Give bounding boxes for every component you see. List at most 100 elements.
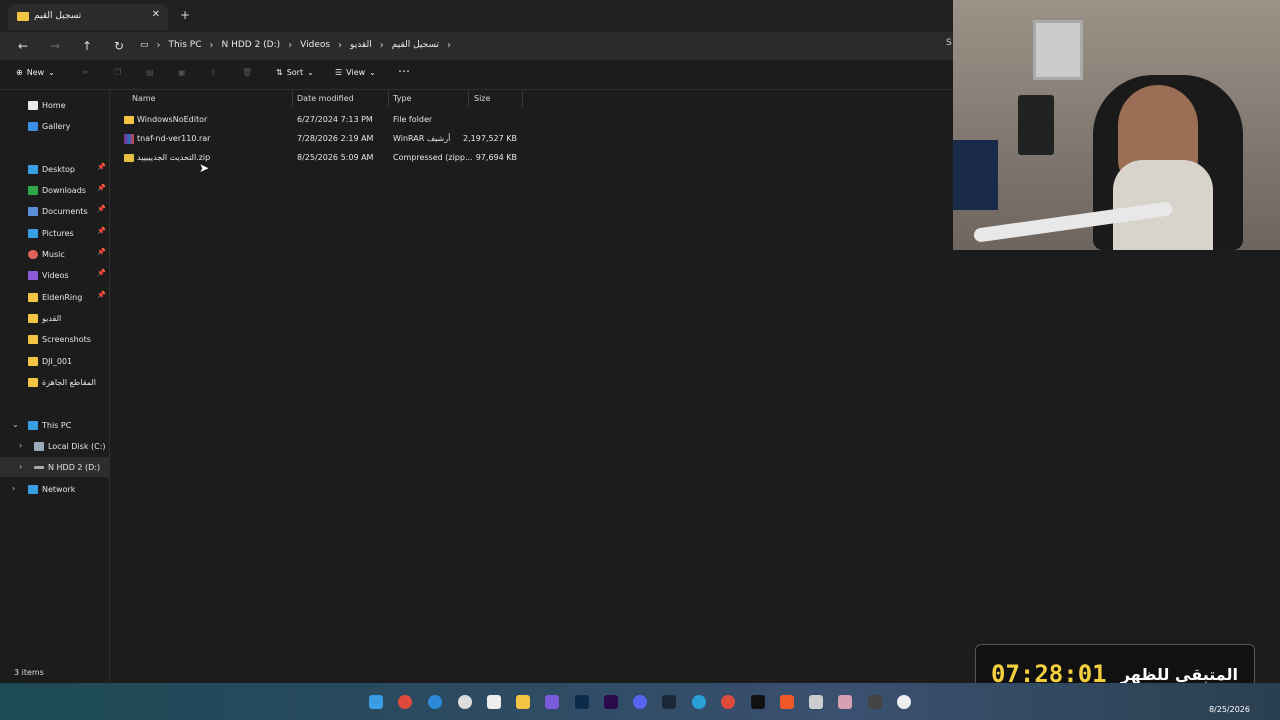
- sidebar-item-nhdd[interactable]: › N HDD 2 (D:): [0, 457, 110, 477]
- sidebar-item-videos[interactable]: Videos 📌: [0, 265, 110, 285]
- start-icon[interactable]: [369, 695, 383, 709]
- app-icon[interactable]: [751, 695, 765, 709]
- photoshop-icon[interactable]: [575, 695, 589, 709]
- paste-icon[interactable]: ▤: [146, 68, 154, 77]
- sidebar-item-dji[interactable]: DJI_001: [0, 351, 110, 371]
- sidebar-label: Videos: [42, 270, 69, 280]
- store-icon[interactable]: [487, 695, 501, 709]
- column-name[interactable]: Name: [132, 91, 156, 107]
- sidebar-item-folder[interactable]: القديو: [0, 308, 110, 328]
- share-icon[interactable]: ⇪: [210, 68, 217, 77]
- pin-icon: 📌: [97, 184, 106, 192]
- column-size[interactable]: Size: [474, 91, 490, 107]
- snipping-icon[interactable]: [809, 695, 823, 709]
- sidebar-item-documents[interactable]: Documents 📌: [0, 201, 110, 221]
- view-label: View: [346, 68, 366, 77]
- list-item[interactable]: WindowsNoEditor 6/27/2024 7:13 PM File f…: [121, 111, 531, 129]
- delete-icon[interactable]: 🗑: [242, 68, 252, 77]
- pin-icon: 📌: [97, 248, 106, 256]
- telegram-icon[interactable]: [692, 695, 706, 709]
- new-button[interactable]: ⊕ New ⌄: [16, 68, 55, 77]
- sidebar-item-ready-clips[interactable]: المقاطع الجاهزة: [0, 372, 110, 392]
- app-icon[interactable]: [868, 695, 882, 709]
- desktop-icon: [28, 164, 38, 174]
- app-icon[interactable]: [838, 695, 852, 709]
- back-icon[interactable]: ←: [14, 37, 32, 55]
- sidebar-item-downloads[interactable]: Downloads 📌: [0, 180, 110, 200]
- brave-icon[interactable]: [780, 695, 794, 709]
- settings-icon[interactable]: [897, 695, 911, 709]
- pin-icon: 📌: [97, 205, 106, 213]
- column-type[interactable]: Type: [393, 91, 411, 107]
- sidebar-item-music[interactable]: Music 📌: [0, 244, 110, 264]
- sidebar-item-desktop[interactable]: Desktop 📌: [0, 159, 110, 179]
- clock-date[interactable]: 8/25/2026: [1209, 705, 1250, 714]
- column-date[interactable]: Date modified: [297, 91, 354, 107]
- cut-icon[interactable]: ✂: [82, 68, 89, 77]
- copy-icon[interactable]: ❐: [114, 68, 121, 77]
- tab-active[interactable]: تسجيل القيم ✕: [8, 4, 168, 30]
- forward-icon[interactable]: →: [46, 37, 64, 55]
- view-button[interactable]: ☰ View ⌄: [335, 68, 376, 77]
- file-date: 7/28/2026 2:19 AM: [297, 134, 374, 143]
- file-explorer-icon[interactable]: [516, 695, 530, 709]
- chevron-right-icon[interactable]: ›: [19, 441, 22, 450]
- more-icon[interactable]: ⋯: [398, 64, 410, 78]
- sidebar-item-screenshots[interactable]: Screenshots: [0, 329, 110, 349]
- file-type: WinRAR أرشيف: [393, 134, 451, 143]
- file-size: 97,694 KB: [475, 153, 517, 162]
- breadcrumb[interactable]: ▭ › This PC › N HDD 2 (D:) › Videos › ال…: [140, 34, 940, 56]
- sidebar-item-eldenring[interactable]: EldenRing 📌: [0, 287, 110, 307]
- breadcrumb-item[interactable]: القديو: [350, 40, 372, 50]
- chevron-down-icon[interactable]: ⌄: [12, 420, 19, 429]
- search-input[interactable]: S: [946, 38, 952, 48]
- sidebar-item-pictures[interactable]: Pictures 📌: [0, 223, 110, 243]
- folder-icon: [28, 313, 38, 323]
- sidebar-item-local-c[interactable]: › Local Disk (C:): [0, 436, 110, 456]
- breadcrumb-item[interactable]: تسجيل القيم: [392, 40, 439, 50]
- new-tab-button[interactable]: +: [180, 8, 190, 22]
- steam-icon[interactable]: [662, 695, 676, 709]
- sidebar-item-gallery[interactable]: Gallery: [0, 116, 110, 136]
- chrome-icon[interactable]: [398, 695, 412, 709]
- edge-icon[interactable]: [428, 695, 442, 709]
- status-bar-count: 3 items: [14, 668, 44, 677]
- sidebar-label: EldenRing: [42, 292, 83, 302]
- premiere-icon[interactable]: [604, 695, 618, 709]
- folder-icon: [28, 292, 38, 302]
- air-conditioner: [1033, 20, 1083, 80]
- sort-button[interactable]: ⇅ Sort ⌄: [276, 68, 314, 77]
- list-item[interactable]: التحديث الجديييييد.zip 8/25/2026 5:09 AM…: [121, 149, 531, 167]
- chevron-right-icon[interactable]: ›: [19, 462, 22, 471]
- github-icon[interactable]: [458, 695, 472, 709]
- chevron-right-icon[interactable]: ›: [12, 484, 15, 493]
- sidebar-item-network[interactable]: › Network: [0, 479, 110, 499]
- pictures-icon: [28, 228, 38, 238]
- sidebar-label: DJI_001: [42, 356, 73, 366]
- tab-title: تسجيل القيم: [34, 11, 82, 21]
- file-type: File folder: [393, 115, 433, 124]
- breadcrumb-item[interactable]: N HDD 2 (D:): [221, 40, 280, 50]
- breadcrumb-item[interactable]: Videos: [300, 40, 330, 50]
- discord-icon[interactable]: [633, 695, 647, 709]
- list-item[interactable]: tnaf-nd-ver110.rar 7/28/2026 2:19 AM Win…: [121, 130, 531, 148]
- drive-icon: [34, 465, 44, 469]
- refresh-icon[interactable]: ↻: [110, 37, 128, 55]
- media-player-icon[interactable]: [545, 695, 559, 709]
- sidebar-item-thispc[interactable]: ⌄ This PC: [0, 415, 110, 435]
- rename-icon[interactable]: ▣: [178, 68, 186, 77]
- winrar-icon: [124, 134, 134, 144]
- up-icon[interactable]: ↑: [78, 37, 96, 55]
- gallery-icon: [28, 121, 38, 131]
- sidebar-label: Screenshots: [42, 334, 91, 344]
- sort-label: Sort: [286, 68, 304, 77]
- plus-icon: ⊕: [16, 68, 23, 77]
- pin-icon: 📌: [97, 291, 106, 299]
- sidebar-label: Desktop: [42, 164, 75, 174]
- close-icon[interactable]: ✕: [152, 9, 160, 20]
- app-icon[interactable]: [721, 695, 735, 709]
- sidebar-item-home[interactable]: Home: [0, 95, 110, 115]
- sort-icon: ⇅: [276, 68, 283, 77]
- pin-icon: 📌: [97, 163, 106, 171]
- breadcrumb-item[interactable]: This PC: [169, 40, 202, 50]
